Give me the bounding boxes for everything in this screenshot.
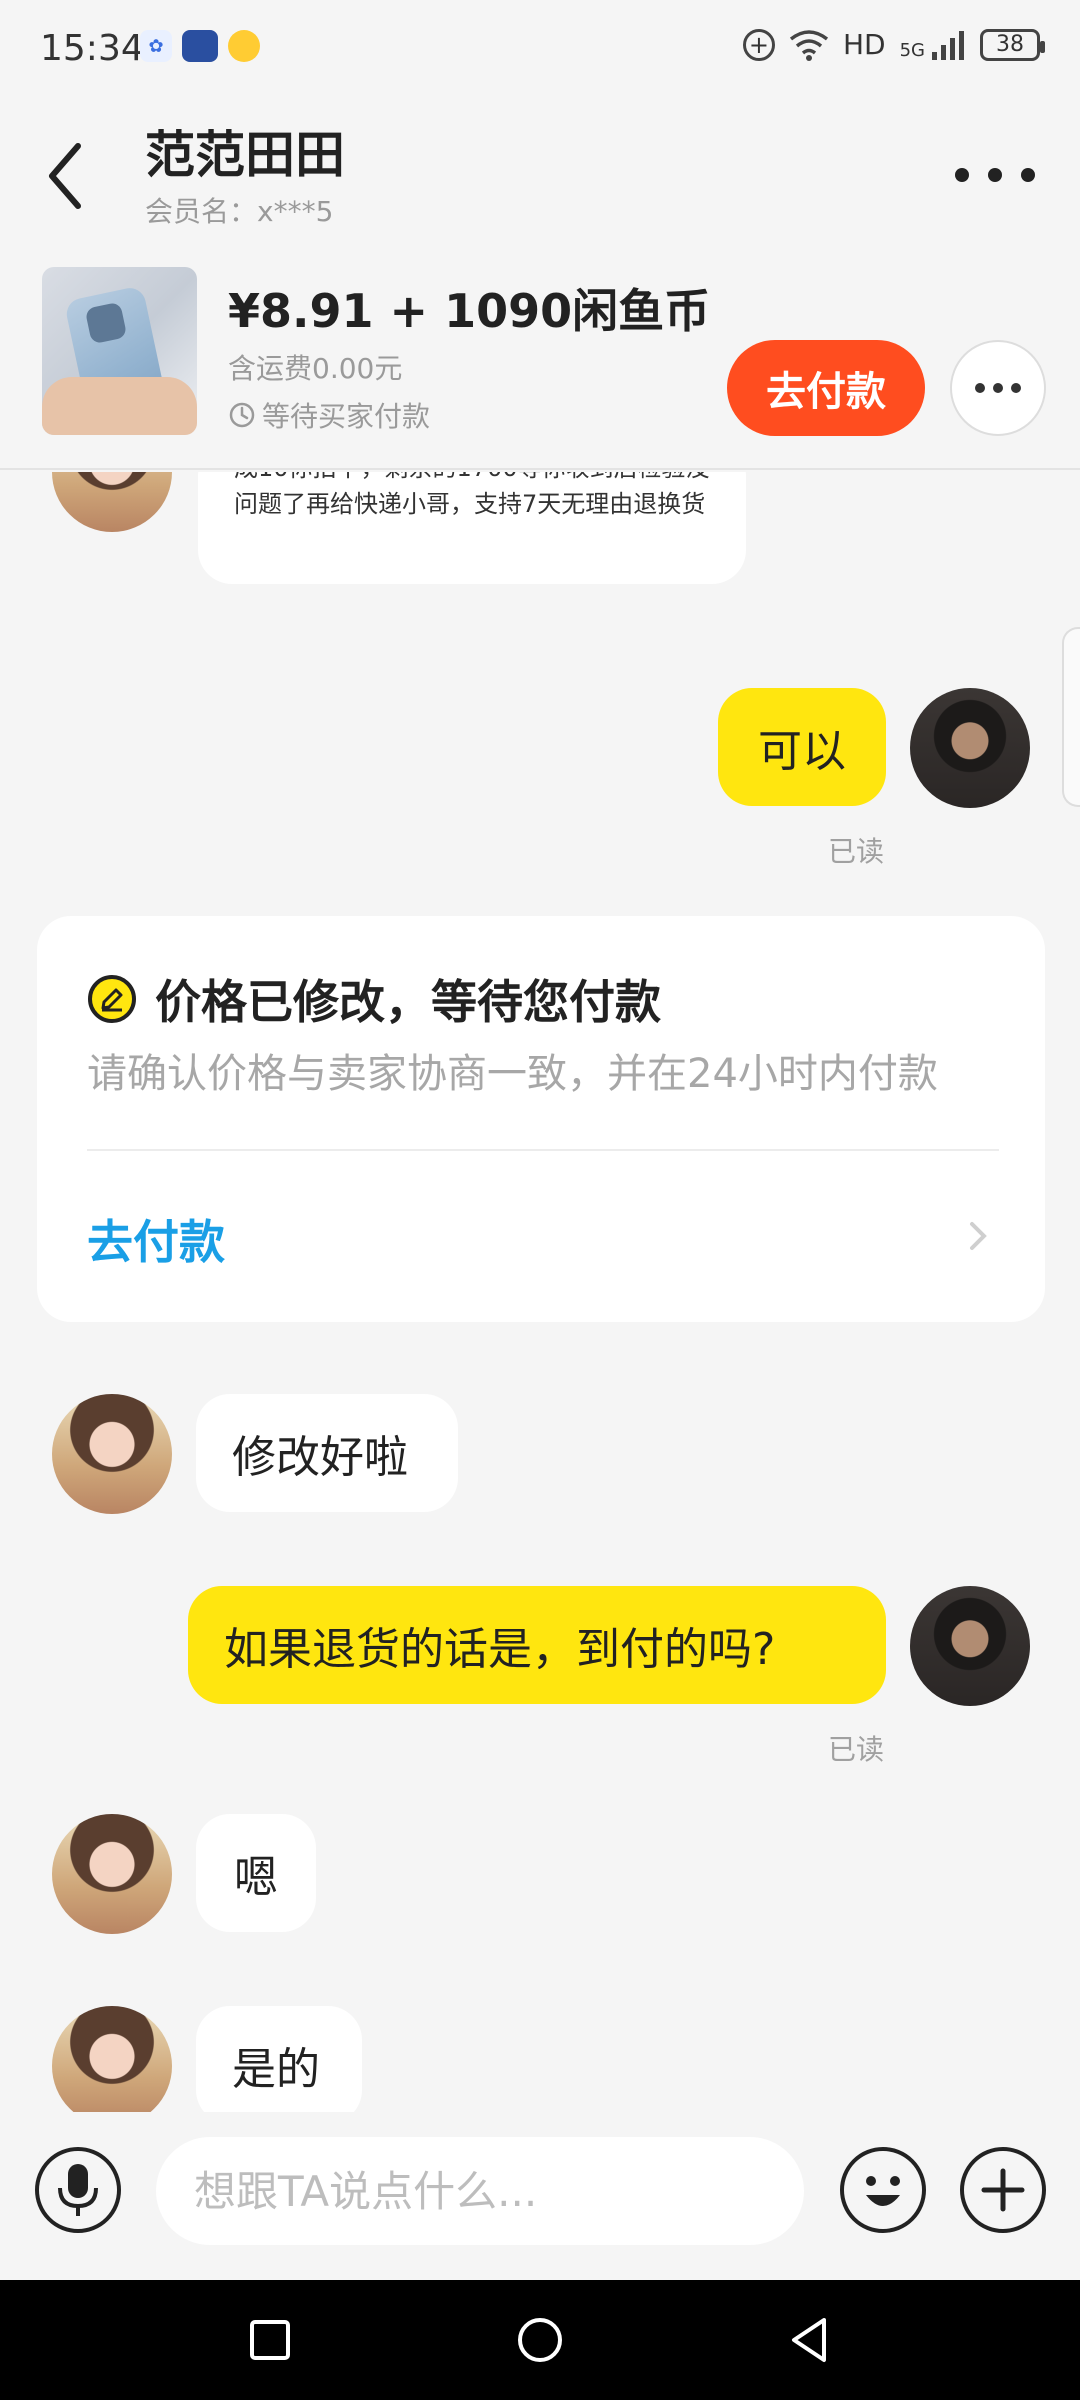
order-status: 等待买家付款	[228, 395, 430, 435]
seller-avatar[interactable]	[52, 1394, 172, 1514]
order-status-text: 等待买家付款	[262, 400, 431, 433]
signal-icon	[932, 30, 964, 60]
news-app-icon	[182, 30, 218, 62]
system-navigation-bar	[0, 2280, 1080, 2400]
back-icon[interactable]	[38, 131, 98, 221]
microphone-glyph	[58, 2164, 98, 2216]
message-bubble-seller: 成10你拍下，剩余的1700等你收到后检验没问题了再给快递小哥，支持7天无理由退…	[198, 472, 746, 584]
order-price: ¥8.91 + 1090闲鱼币	[228, 284, 711, 338]
data-saver-icon: +	[742, 28, 775, 61]
emoji-icon[interactable]	[840, 2147, 926, 2233]
clock-icon	[229, 402, 255, 428]
side-drawer-handle[interactable]	[1062, 627, 1080, 807]
nav-back-icon[interactable]	[780, 2310, 840, 2370]
seller-avatar[interactable]	[52, 472, 172, 532]
message-bubble-seller: 修改好啦	[196, 1394, 458, 1512]
message-list[interactable]: 成10你拍下，剩余的1700等你收到后检验没问题了再给快递小哥，支持7天无理由退…	[0, 472, 1080, 2112]
read-receipt: 已读	[828, 1733, 885, 1766]
video-app-icon	[228, 30, 260, 62]
card-divider	[87, 1149, 999, 1151]
notification-icons: ✿	[140, 30, 260, 62]
message-bubble-seller: 嗯	[196, 1814, 316, 1932]
order-more-icon[interactable]	[950, 340, 1046, 436]
battery-icon: 38	[980, 28, 1045, 61]
message-bubble-buyer: 可以	[718, 688, 886, 806]
shipping-fee: 含运费0.00元	[228, 352, 403, 385]
nav-home-icon[interactable]	[510, 2310, 570, 2370]
product-order-bar: ¥8.91 + 1090闲鱼币 含运费0.00元 等待买家付款 去付款	[0, 255, 1080, 470]
card-title: 价格已修改，等待您付款	[155, 975, 661, 1029]
seller-avatar[interactable]	[52, 1814, 172, 1934]
card-pay-link[interactable]: 去付款	[87, 1206, 225, 1272]
card-description: 请确认价格与卖家协商一致，并在24小时内付款	[87, 1051, 938, 1097]
price-modified-card: 价格已修改，等待您付款 请确认价格与卖家协商一致，并在24小时内付款 去付款	[37, 916, 1045, 1322]
status-indicators: + HD 5G 38	[742, 28, 1045, 61]
contact-name: 范范田田	[145, 126, 345, 184]
buyer-avatar[interactable]	[910, 688, 1030, 808]
status-time: 15:34	[40, 28, 144, 69]
product-image[interactable]	[42, 267, 197, 435]
nav-square-icon[interactable]	[240, 2310, 300, 2370]
edit-circle-icon	[88, 975, 136, 1023]
seller-avatar[interactable]	[52, 2006, 172, 2112]
hd-label: HD	[842, 28, 886, 61]
message-bubble-buyer: 如果退货的话是，到付的吗?	[188, 1586, 886, 1704]
status-bar: 15:34 ✿ + HD 5G 38	[0, 0, 1080, 95]
baidu-app-icon: ✿	[140, 30, 172, 62]
message-input-bar	[0, 2112, 1080, 2280]
message-input[interactable]	[156, 2137, 804, 2245]
pay-button[interactable]: 去付款	[727, 340, 925, 436]
emoji-glyph	[866, 2176, 900, 2206]
chat-header: 范范田田 会员名：x***5	[0, 95, 1080, 255]
chevron-right-icon[interactable]	[966, 1216, 990, 1256]
plus-icon[interactable]	[960, 2147, 1046, 2233]
member-name: 会员名：x***5	[145, 195, 334, 228]
more-icon[interactable]	[955, 145, 1035, 205]
read-receipt: 已读	[828, 835, 885, 868]
message-bubble-seller: 是的	[196, 2006, 362, 2112]
buyer-avatar[interactable]	[910, 1586, 1030, 1706]
wifi-icon	[789, 29, 829, 61]
plus-glyph	[981, 2168, 1025, 2212]
signal-label: 5G	[900, 30, 966, 60]
microphone-icon[interactable]	[35, 2147, 121, 2233]
